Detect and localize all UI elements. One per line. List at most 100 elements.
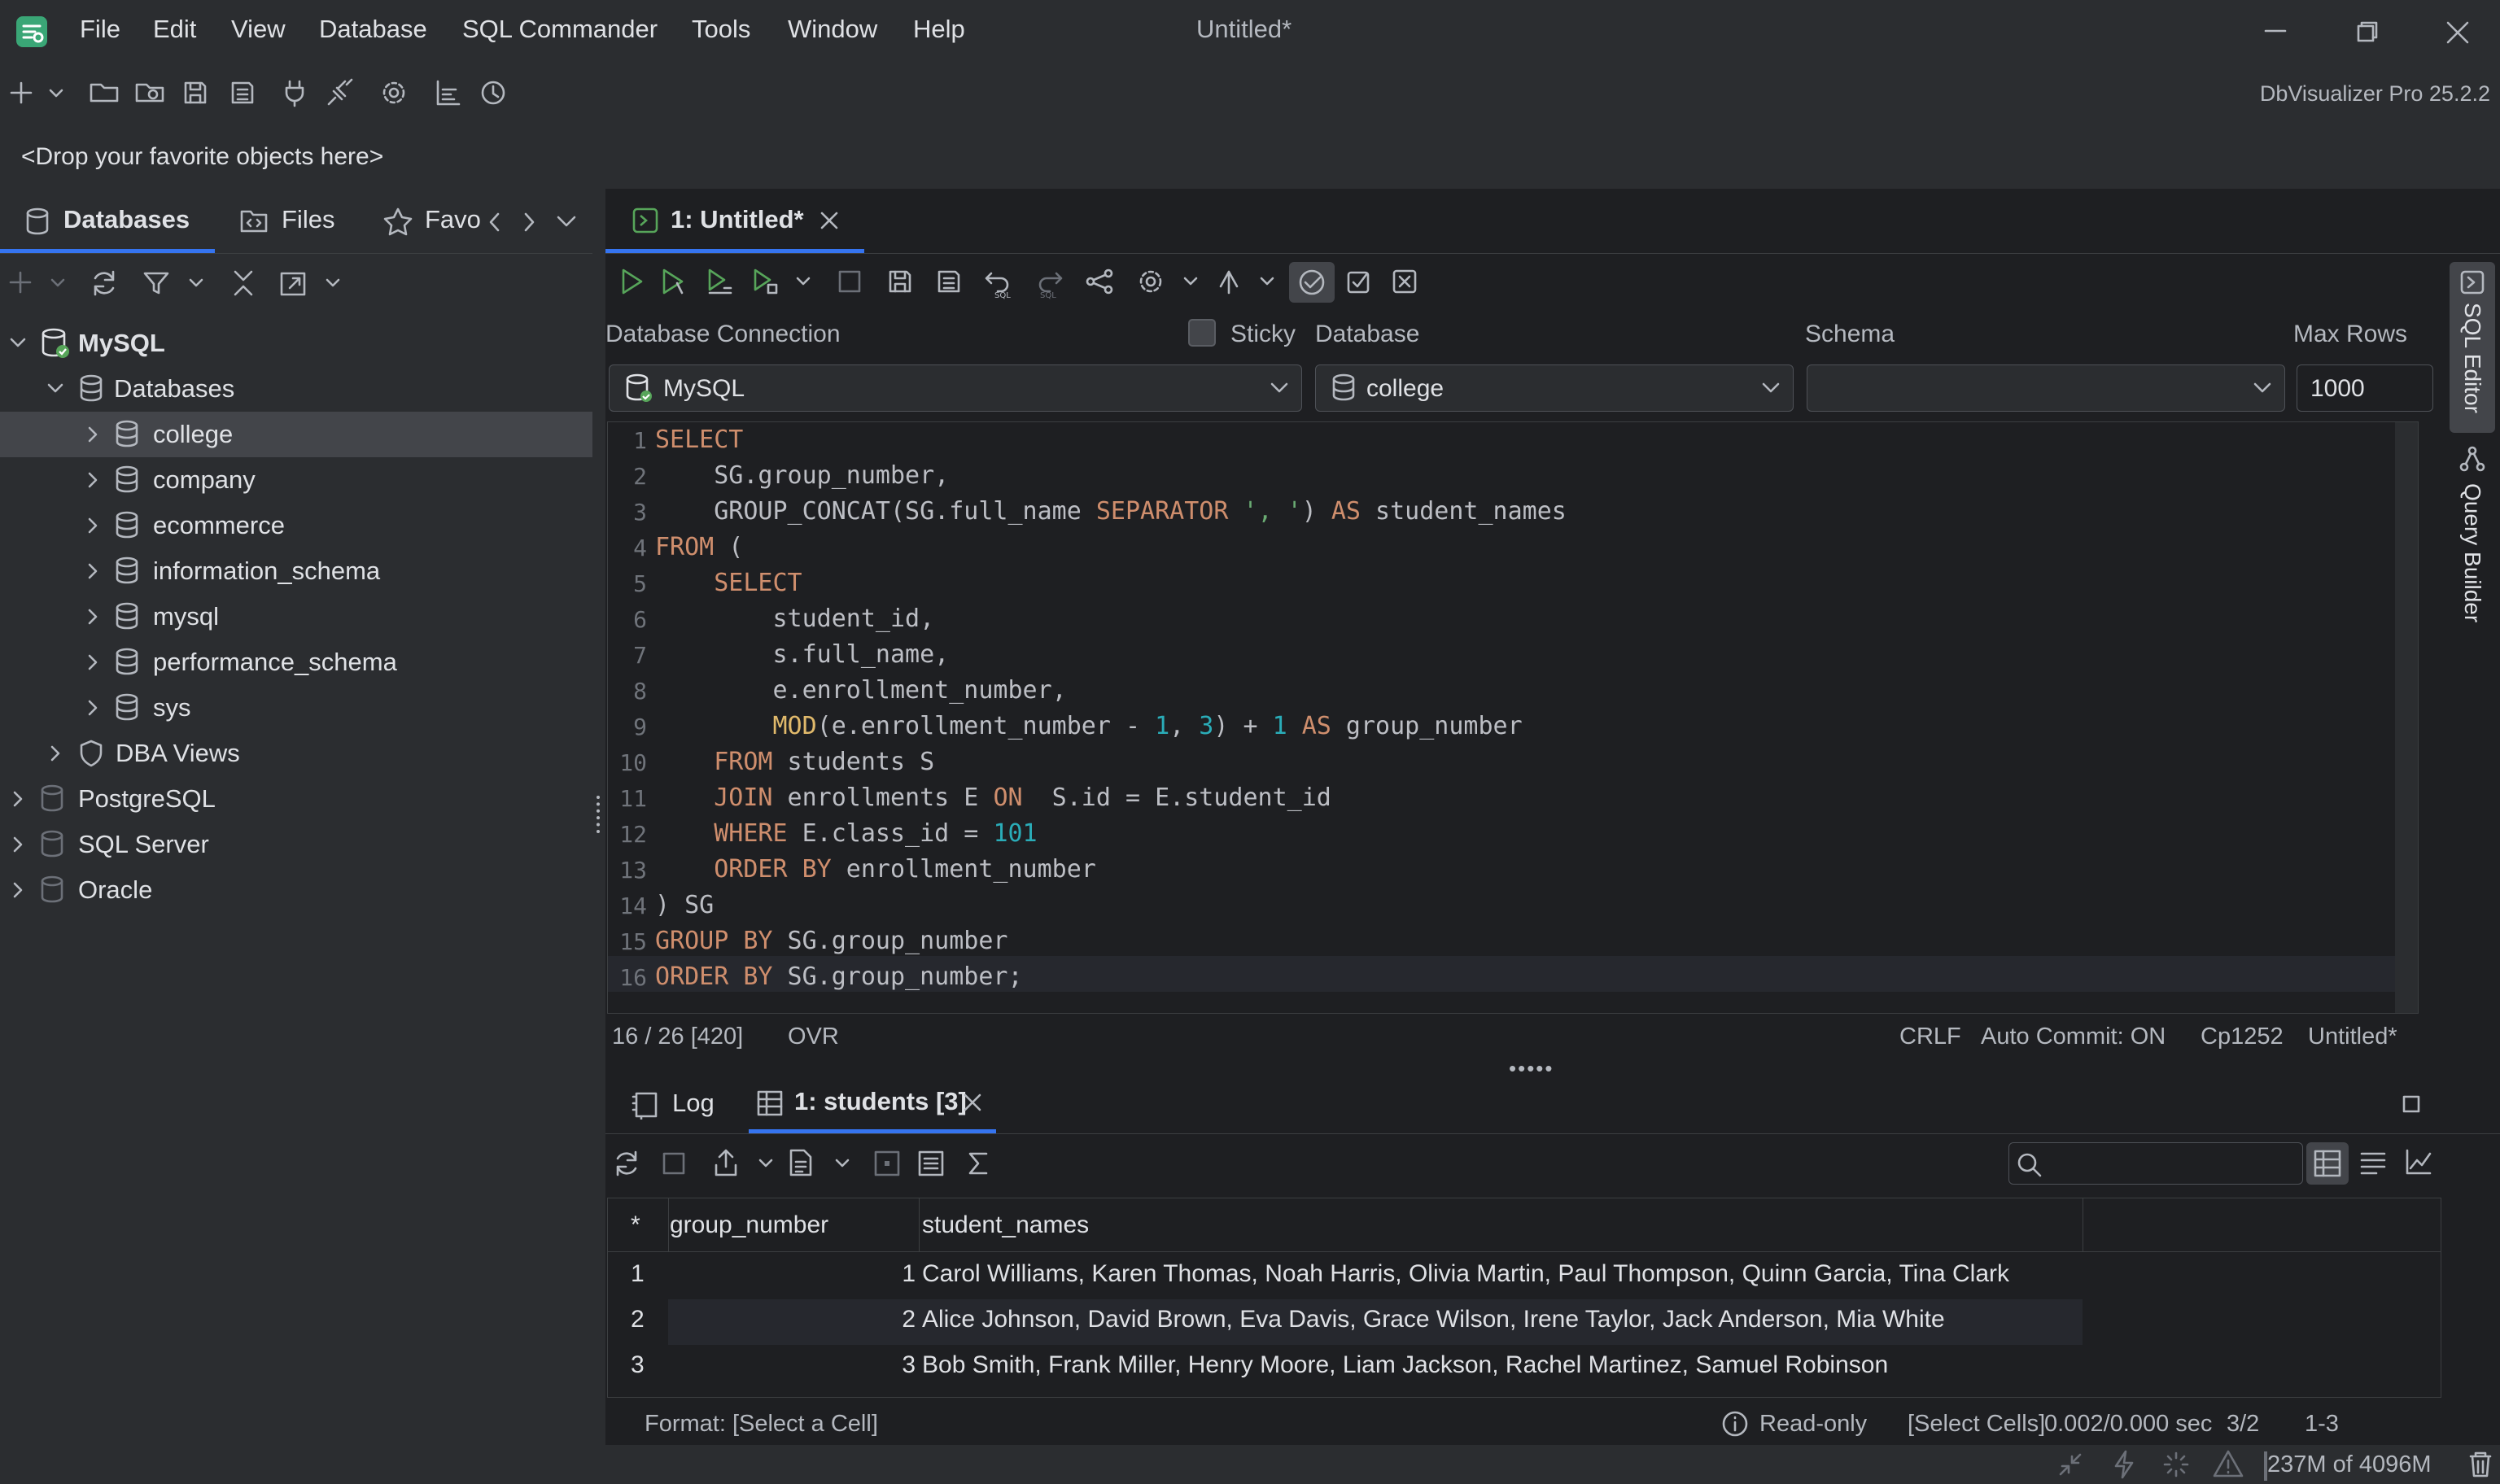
stop-icon[interactable] xyxy=(835,267,864,296)
favorites-drop-zone[interactable]: <Drop your favorite objects here> xyxy=(0,124,2500,189)
chart-view-icon[interactable] xyxy=(2404,1147,2433,1176)
select-cells-status[interactable]: [Select Cells] xyxy=(1908,1411,2045,1438)
chevron-down-icon[interactable] xyxy=(757,1155,775,1172)
save-icon[interactable] xyxy=(885,267,915,296)
chevron-right-icon[interactable] xyxy=(85,698,101,718)
chevron-down-icon[interactable] xyxy=(47,85,65,103)
cell-group-number[interactable]: 2 xyxy=(668,1306,916,1333)
tree-node-sql-server[interactable]: SQL Server xyxy=(0,822,592,867)
row-number[interactable]: 1 xyxy=(631,1260,645,1288)
execute-explain-icon[interactable] xyxy=(750,267,780,296)
open-in-window-icon[interactable] xyxy=(278,268,308,298)
tree-node-oracle[interactable]: Oracle xyxy=(0,867,592,913)
commit-icon[interactable] xyxy=(1214,267,1243,296)
tree-node-dba-views[interactable]: DBA Views xyxy=(0,731,592,776)
document-icon[interactable] xyxy=(786,1147,815,1178)
text-view-icon[interactable] xyxy=(916,1149,946,1178)
save-as-icon[interactable] xyxy=(934,267,964,296)
chevron-right-icon[interactable] xyxy=(85,425,101,444)
tab-students[interactable]: 1: students [3] xyxy=(749,1072,996,1134)
chevron-right-icon[interactable] xyxy=(85,607,101,626)
auto-commit-toggle[interactable] xyxy=(1289,262,1335,303)
database-dropdown[interactable]: college xyxy=(1315,364,1794,412)
chevron-down-icon[interactable] xyxy=(49,275,67,291)
chevron-right-icon[interactable] xyxy=(85,561,101,581)
connect-icon[interactable] xyxy=(280,78,309,107)
tree-node-mysql[interactable]: MySQL xyxy=(0,321,592,366)
chevron-right-icon[interactable] xyxy=(85,653,101,672)
save-icon[interactable] xyxy=(181,78,210,107)
schema-dropdown[interactable] xyxy=(1807,364,2285,412)
tab-files[interactable]: Files xyxy=(236,189,350,254)
tab-log[interactable]: Log xyxy=(630,1085,736,1134)
tree-node-ecommerce[interactable]: ecommerce xyxy=(0,503,592,548)
tree-node-company[interactable]: company xyxy=(0,457,592,503)
text-format-icon[interactable] xyxy=(2358,1147,2388,1176)
commit-transaction-icon[interactable] xyxy=(1344,267,1374,296)
sigma-icon[interactable] xyxy=(964,1149,993,1178)
tree-node-performance-schema[interactable]: performance_schema xyxy=(0,639,592,685)
row-number[interactable]: 3 xyxy=(631,1351,645,1379)
collapse-icon[interactable] xyxy=(2056,1450,2085,1479)
menu-window[interactable]: Window xyxy=(788,15,877,44)
memory-usage[interactable]: 237M of 4096M xyxy=(2267,1451,2432,1478)
menu-view[interactable]: View xyxy=(231,15,286,44)
rollback-icon[interactable] xyxy=(1390,267,1419,296)
export-icon[interactable] xyxy=(711,1147,741,1178)
tree-node-mysql-db[interactable]: mysql xyxy=(0,594,592,639)
menu-help[interactable]: Help xyxy=(913,15,965,44)
chevron-left-icon[interactable] xyxy=(487,212,503,233)
chevron-right-icon[interactable] xyxy=(10,835,26,854)
chevron-down-icon[interactable] xyxy=(46,381,65,397)
save-all-icon[interactable] xyxy=(228,78,257,107)
chevron-down-icon[interactable] xyxy=(833,1155,851,1172)
tree-node-sys[interactable]: sys xyxy=(0,685,592,731)
add-icon[interactable] xyxy=(7,78,36,107)
editor-scrollbar[interactable] xyxy=(2395,422,2418,1013)
connection-dropdown[interactable]: MySQL xyxy=(609,364,1302,412)
sql-editor[interactable]: 1 SELECT 2 SG.group_number, 3 GROUP_CONCA… xyxy=(607,421,2419,1014)
insert-mode[interactable]: OVR xyxy=(788,1024,839,1050)
execute-icon[interactable] xyxy=(617,267,646,296)
lightning-icon[interactable] xyxy=(2109,1450,2139,1479)
minimize-icon[interactable] xyxy=(2259,16,2292,49)
trash-icon[interactable] xyxy=(2466,1450,2495,1479)
chart-icon[interactable] xyxy=(433,78,462,107)
row-number[interactable]: 2 xyxy=(631,1306,645,1333)
chevron-down-icon[interactable] xyxy=(555,213,578,231)
single-row-icon[interactable] xyxy=(872,1149,902,1178)
tab-untitled[interactable]: 1: Untitled* xyxy=(605,189,864,254)
menu-file[interactable]: File xyxy=(80,15,120,44)
sticky-checkbox[interactable] xyxy=(1188,319,1216,347)
chevron-down-icon[interactable] xyxy=(1182,273,1200,290)
encoding[interactable]: Cp1252 xyxy=(2201,1024,2284,1050)
cell-student-names[interactable]: Carol Williams, Karen Thomas, Noah Harri… xyxy=(922,1260,2009,1288)
column-header-selector[interactable]: * xyxy=(631,1211,640,1239)
chevron-down-icon[interactable] xyxy=(324,275,342,291)
grid-view-button[interactable] xyxy=(2306,1142,2349,1185)
menu-database[interactable]: Database xyxy=(319,15,427,44)
cell-group-number[interactable]: 1 xyxy=(668,1260,916,1288)
warning-icon[interactable] xyxy=(2212,1448,2244,1479)
previous-sql-icon[interactable]: SQL xyxy=(983,267,1016,299)
restore-icon[interactable] xyxy=(2350,16,2383,49)
column-header-student-names[interactable]: student_names xyxy=(922,1211,1089,1239)
query-builder-icon[interactable] xyxy=(1084,267,1117,296)
next-sql-icon[interactable]: SQL xyxy=(1032,267,1064,299)
close-icon[interactable] xyxy=(962,1092,983,1113)
line-ending[interactable]: CRLF xyxy=(1899,1024,1961,1050)
panel-splitter[interactable] xyxy=(592,189,605,1445)
menu-edit[interactable]: Edit xyxy=(153,15,196,44)
side-tab-sql-editor[interactable]: SQL Editor xyxy=(2450,262,2495,433)
auto-commit-status[interactable]: Auto Commit: ON xyxy=(1981,1024,2166,1050)
menu-tools[interactable]: Tools xyxy=(692,15,750,44)
chevron-right-icon[interactable] xyxy=(10,880,26,900)
gear-icon[interactable] xyxy=(379,78,409,107)
refresh-icon[interactable] xyxy=(612,1149,641,1178)
cell-student-names[interactable]: Alice Johnson, David Brown, Eva Davis, G… xyxy=(922,1306,1945,1333)
cell-group-number[interactable]: 3 xyxy=(668,1351,916,1379)
side-tab-query-builder[interactable]: Query Builder xyxy=(2450,446,2495,674)
results-search-input[interactable] xyxy=(2008,1142,2303,1185)
chevron-right-icon[interactable] xyxy=(10,789,26,809)
gear-icon[interactable] xyxy=(1136,267,1165,296)
